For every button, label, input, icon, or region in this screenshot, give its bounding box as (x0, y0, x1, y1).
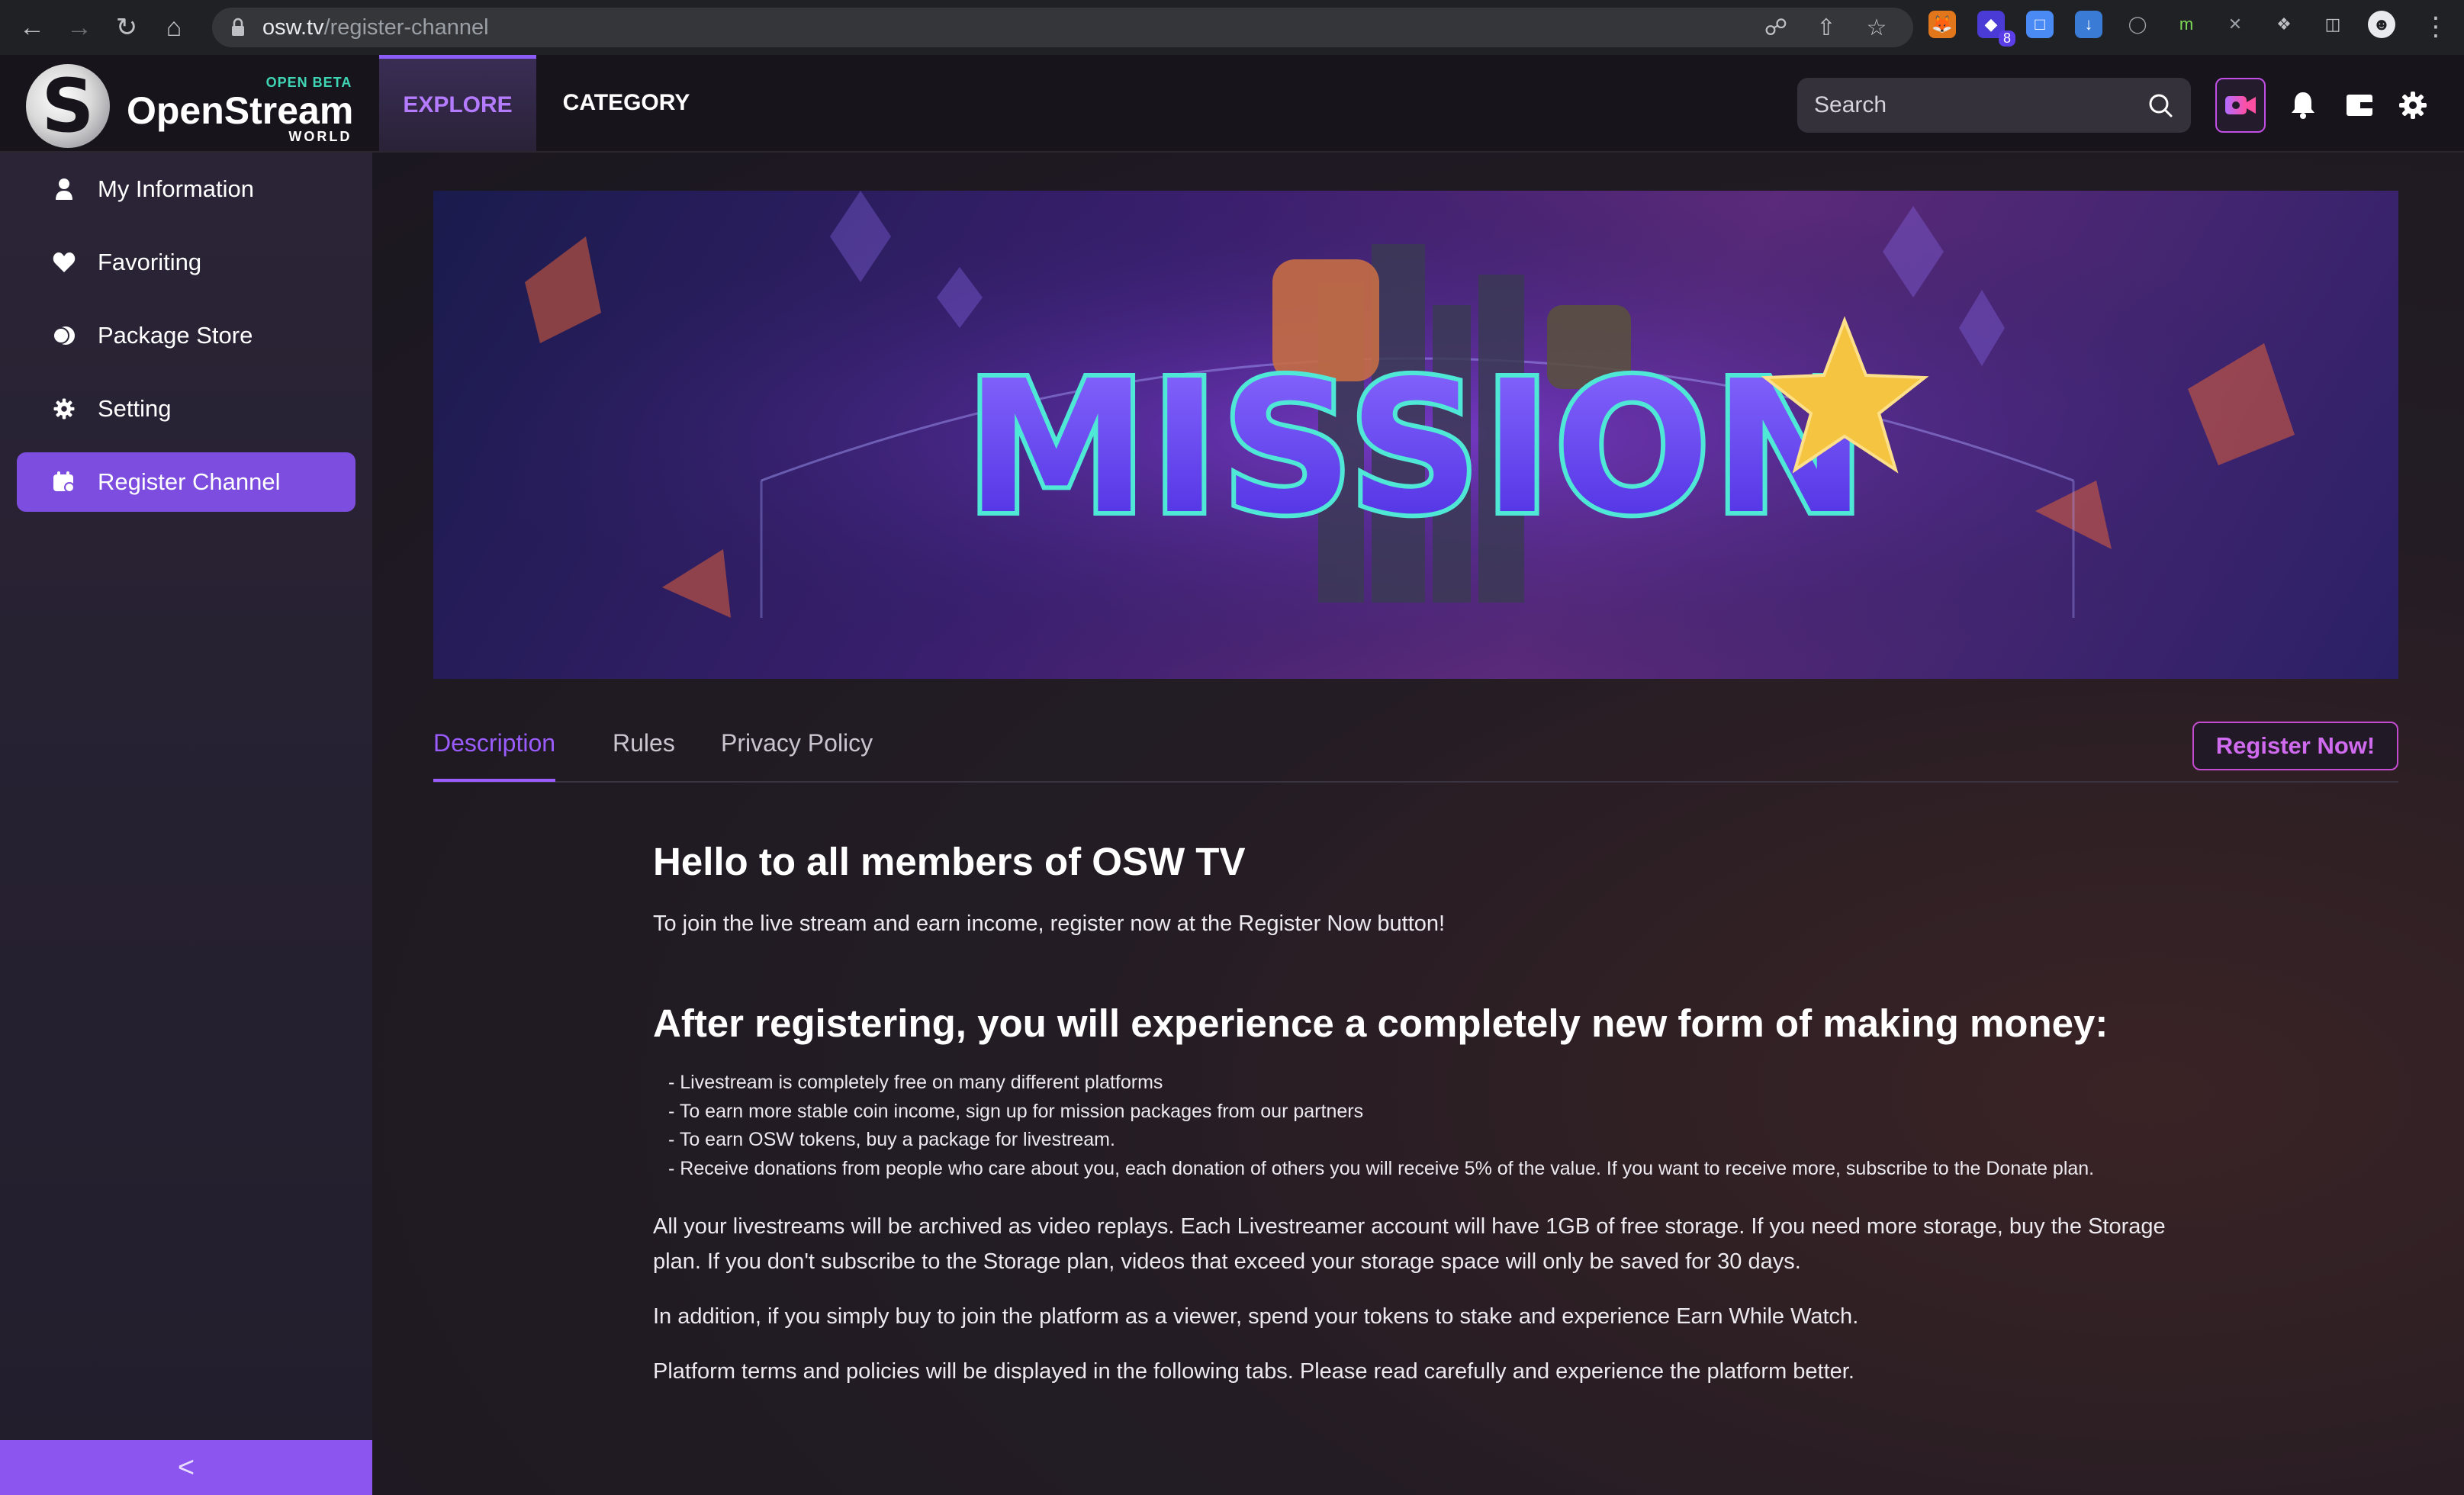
search-input[interactable] (1814, 92, 2119, 118)
nav-category[interactable]: CATEGORY (542, 55, 711, 151)
sidebar-item-label: Register Channel (98, 468, 281, 495)
logo[interactable]: S OPEN BETA OpenStream WORLD (26, 64, 353, 148)
download-extension-icon[interactable]: ↓ (2075, 11, 2102, 38)
list-item: - Receive donations from people who care… (668, 1157, 2095, 1179)
back-icon[interactable]: ← (17, 12, 47, 43)
sidebar-item-favoriting[interactable]: Favoriting (17, 233, 355, 292)
search-box (1797, 78, 2191, 133)
banner-artwork: MISSION (433, 191, 2398, 679)
share-icon[interactable]: ⇧ (1813, 14, 1840, 41)
puzzle-icon[interactable]: ❖ (2270, 11, 2298, 38)
viewer-paragraph: In addition, if you simply buy to join t… (653, 1304, 1859, 1329)
bookmark-star-icon[interactable]: ☆ (1863, 14, 1890, 41)
forward-icon[interactable]: → (64, 12, 95, 43)
main-content: MISSION Description Rules Privacy Policy… (372, 153, 2464, 1495)
m-extension-icon[interactable]: m (2173, 11, 2200, 38)
notifications-button[interactable] (2278, 78, 2328, 133)
url-host: osw.tv (262, 14, 324, 40)
collapse-sidebar-button[interactable]: < (0, 1440, 372, 1495)
package-icon (50, 322, 78, 349)
sidebar-item-package-store[interactable]: Package Store (17, 306, 355, 365)
sidebar-item-setting[interactable]: Setting (17, 379, 355, 439)
wallet-icon (2347, 95, 2372, 116)
translate-icon[interactable]: ☍ (1762, 14, 1790, 41)
lead-text: To join the live stream and earn income,… (653, 911, 1446, 936)
sidebar: My Information Favoriting Package Store … (0, 153, 372, 1495)
browser-toolbar: ← → ↻ ⌂ osw.tv/register-channel ☍ ⇧ ☆ 🦊 … (0, 0, 2464, 55)
mission-banner: MISSION (433, 191, 2398, 679)
open-beta-label: OPEN BETA (265, 75, 352, 90)
reload-icon[interactable]: ↻ (111, 12, 142, 43)
heart-icon (50, 249, 78, 276)
bell-icon (2292, 92, 2314, 119)
sidepanel-icon[interactable]: ◫ (2319, 11, 2347, 38)
kebab-menu-icon[interactable]: ⋮ (2423, 14, 2449, 40)
sidebar-item-label: Favoriting (98, 249, 202, 275)
go-live-button[interactable] (2215, 78, 2266, 133)
sidebar-item-label: Package Store (98, 322, 253, 349)
logo-mark: S (26, 64, 110, 148)
sidebar-item-register-channel[interactable]: Register Channel (17, 452, 355, 512)
user-icon (50, 175, 78, 203)
storage-paragraph: All your livestreams will be archived as… (653, 1214, 2166, 1274)
profile-avatar-icon[interactable]: ☻ (2368, 11, 2395, 38)
x-extension-icon[interactable]: ✕ (2221, 11, 2249, 38)
logo-name: OpenStream (127, 89, 354, 132)
benefits-list: - Livestream is completely free on many … (668, 1069, 2194, 1183)
lock-icon (232, 18, 244, 36)
calendar-icon (50, 468, 78, 496)
nav-explore[interactable]: EXPLORE (379, 55, 536, 151)
url-path: /register-channel (323, 14, 489, 40)
wallet-button[interactable] (2334, 78, 2385, 133)
site-header: S OPEN BETA OpenStream WORLD EXPLORE CAT… (0, 55, 2464, 153)
content-tabs: Description Rules Privacy Policy Registe… (433, 709, 2398, 783)
sidebar-item-label: Setting (98, 395, 172, 422)
benefits-heading: After registering, you will experience a… (653, 1001, 2109, 1045)
chevron-left-icon: < (177, 1451, 195, 1484)
gear-icon (50, 395, 78, 423)
list-item: - Livestream is completely free on many … (668, 1072, 1163, 1093)
url-text: osw.tv/register-channel (262, 15, 489, 40)
welcome-heading: Hello to all members of OSW TV (653, 840, 1246, 883)
tab-rules[interactable]: Rules (613, 729, 675, 779)
circle-extension-icon[interactable]: ◯ (2124, 11, 2151, 38)
list-item: - To earn more stable coin income, sign … (668, 1100, 1364, 1122)
logo-sub: WORLD (288, 129, 352, 144)
address-bar[interactable]: osw.tv/register-channel ☍ ⇧ ☆ (212, 8, 1913, 47)
video-camera-icon (2225, 96, 2256, 114)
metamask-extension-icon[interactable]: 🦊 (1928, 11, 1956, 38)
extension-badge: 8 (1999, 31, 2016, 47)
docs-extension-icon[interactable]: □ (2026, 11, 2054, 38)
terms-paragraph: Platform terms and policies will be disp… (653, 1359, 1854, 1384)
search-icon[interactable] (2147, 92, 2174, 119)
settings-button[interactable] (2388, 78, 2438, 133)
sidebar-item-label: My Information (98, 175, 255, 202)
sidebar-item-my-information[interactable]: My Information (17, 159, 355, 219)
tab-description[interactable]: Description (433, 729, 556, 782)
register-now-button[interactable]: Register Now! (2192, 722, 2398, 770)
list-item: - To earn OSW tokens, buy a package for … (668, 1129, 1115, 1150)
description-content: Hello to all members of OSW TV To join t… (653, 839, 2194, 1409)
banner-title: MISSION (965, 341, 1869, 555)
gear-icon (2399, 92, 2427, 119)
tab-privacy-policy[interactable]: Privacy Policy (721, 729, 873, 779)
home-icon[interactable]: ⌂ (159, 12, 189, 43)
